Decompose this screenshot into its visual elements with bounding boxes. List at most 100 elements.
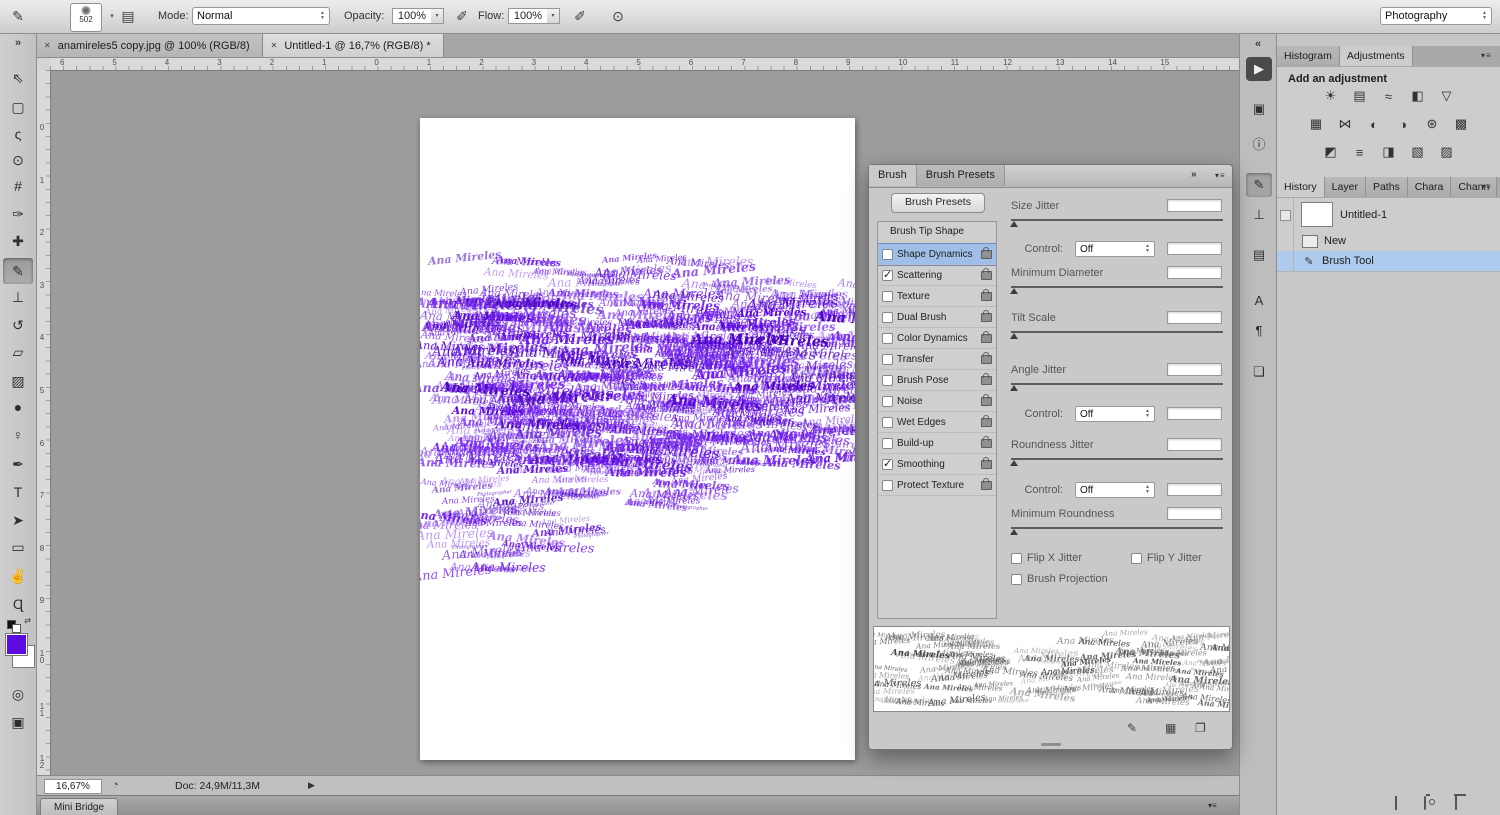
panel-menu-icon[interactable]: ▾≡ xyxy=(1481,51,1492,60)
airbrush-icon[interactable]: ✐ xyxy=(568,5,592,27)
slider[interactable] xyxy=(1011,219,1223,221)
panel-menu-icon[interactable]: ▾≡ xyxy=(1208,801,1217,810)
tab-adjustments[interactable]: Adjustments xyxy=(1340,46,1413,66)
value-input[interactable] xyxy=(1167,266,1222,279)
new-brush-icon[interactable]: ❐ xyxy=(1195,721,1206,735)
control-dropdown[interactable]: Off▲▼ xyxy=(1075,406,1155,422)
tab-paths[interactable]: Paths xyxy=(1366,177,1408,197)
slider[interactable] xyxy=(1011,458,1223,460)
hue-saturation-icon[interactable]: ▦ xyxy=(1305,115,1327,133)
history-source-well[interactable] xyxy=(1277,251,1294,271)
paragraph-panel-icon[interactable]: ¶ xyxy=(1246,318,1272,342)
history-state[interactable]: Untitled-1 xyxy=(1277,198,1500,232)
option-flip-x-jitter[interactable]: Flip X Jitter xyxy=(1011,552,1082,564)
panel-menu-icon[interactable]: ▾≡ xyxy=(1481,182,1492,191)
opacity-dropdown-arrow-icon[interactable]: ▾ xyxy=(431,8,444,24)
flow-input[interactable]: 100% xyxy=(508,8,548,24)
zoom-level-input[interactable]: 16,67% xyxy=(44,779,102,794)
tab-history[interactable]: History xyxy=(1277,177,1325,197)
color-lookup-icon[interactable]: ▩ xyxy=(1450,115,1472,133)
zoom-tool[interactable]: Ɋ xyxy=(3,591,33,617)
checkbox[interactable] xyxy=(1011,574,1022,585)
history-state[interactable]: ✎Brush Tool xyxy=(1277,251,1500,272)
invert-icon[interactable]: ◩ xyxy=(1320,143,1342,161)
slider[interactable] xyxy=(1011,286,1223,288)
threshold-icon[interactable]: ◨ xyxy=(1378,143,1400,161)
horizontal-ruler[interactable]: 6543210123456789101112131415 xyxy=(50,57,1239,71)
workspace-dropdown[interactable]: Photography ▲▼ xyxy=(1380,7,1492,25)
control-dropdown[interactable]: Off▲▼ xyxy=(1075,241,1155,257)
value-input[interactable] xyxy=(1167,363,1222,376)
pressure-opacity-icon[interactable]: ✐ xyxy=(450,5,474,27)
gradient-map-icon[interactable]: ▨ xyxy=(1436,143,1458,161)
opacity-input[interactable]: 100% xyxy=(392,8,432,24)
new-snapshot-icon[interactable] xyxy=(1424,797,1426,809)
path-selection-tool[interactable]: ➤ xyxy=(3,507,33,533)
value-input[interactable] xyxy=(1167,483,1222,496)
close-icon[interactable]: ✕ xyxy=(271,41,278,50)
history-state[interactable]: New xyxy=(1277,231,1500,252)
slider[interactable] xyxy=(1011,331,1223,333)
default-swap-colors[interactable]: ⇄ xyxy=(5,616,31,630)
history-source-well[interactable] xyxy=(1277,231,1294,251)
tab-histogram[interactable]: Histogram xyxy=(1277,46,1340,66)
value-input[interactable] xyxy=(1167,311,1222,324)
mini-bridge-tab[interactable]: Mini Bridge xyxy=(40,798,118,815)
tab-chara[interactable]: Chara xyxy=(1408,177,1452,197)
value-input[interactable] xyxy=(1167,438,1222,451)
foreground-color-swatch[interactable] xyxy=(6,634,27,655)
expand-panels-icon[interactable]: « xyxy=(1240,38,1276,50)
tool-presets-icon[interactable]: ▣ xyxy=(1246,97,1272,121)
posterize-icon[interactable]: ≡ xyxy=(1349,143,1371,161)
levels-icon[interactable]: ▤ xyxy=(1349,87,1371,105)
lasso-tool[interactable]: ς xyxy=(3,121,33,147)
blend-mode-dropdown[interactable]: Normal ▲▼ xyxy=(192,7,330,25)
brush-preset-picker[interactable]: 502 xyxy=(70,3,102,32)
curves-icon[interactable]: ≈ xyxy=(1378,87,1400,105)
marquee-tool[interactable]: ▢ xyxy=(3,94,33,120)
screen-mode-button[interactable]: ▣ xyxy=(3,709,33,735)
pen-tool[interactable]: ✒ xyxy=(3,451,33,477)
value-input[interactable] xyxy=(1167,507,1222,520)
eraser-tool[interactable]: ▱ xyxy=(3,339,33,365)
status-arrow-icon[interactable]: ▶ xyxy=(308,780,315,791)
clone-stamp-tool[interactable]: ⊥ xyxy=(3,284,33,310)
option-brush-projection[interactable]: Brush Projection xyxy=(1011,573,1108,585)
pressure-size-icon[interactable]: ⊙ xyxy=(606,5,630,27)
layer-comps-icon[interactable]: ▤ xyxy=(1246,243,1272,267)
quick-selection-tool[interactable]: ⊙ xyxy=(3,147,33,173)
healing-brush-tool[interactable]: ✚ xyxy=(3,228,33,254)
brightness-contrast-icon[interactable]: ☀ xyxy=(1320,87,1342,105)
brush-settings-icon[interactable]: ✎ xyxy=(1246,173,1272,197)
selective-color-icon[interactable]: ▧ xyxy=(1407,143,1429,161)
info-icon[interactable]: ⓘ xyxy=(1246,131,1272,155)
history-brush-tool[interactable]: ↺ xyxy=(3,312,33,338)
checkbox[interactable] xyxy=(1011,553,1022,564)
slider[interactable] xyxy=(1011,527,1223,529)
document-tab[interactable]: ✕Untitled-1 @ 16,7% (RGB/8) * xyxy=(263,34,444,57)
canvas-document[interactable]: Ana MirelesAna MirelesAna MirelesAna Mir… xyxy=(420,118,855,760)
eyedropper-tool[interactable]: ✑ xyxy=(3,201,33,227)
color-balance-icon[interactable]: ⋈ xyxy=(1334,115,1356,133)
value-input[interactable] xyxy=(1167,242,1222,255)
control-dropdown[interactable]: Off▲▼ xyxy=(1075,482,1155,498)
type-tool[interactable]: T xyxy=(3,479,33,505)
brush-tool[interactable]: ✎ xyxy=(3,258,33,284)
hand-tool[interactable]: ✌ xyxy=(3,563,33,589)
checkbox[interactable] xyxy=(1131,553,1142,564)
status-indicator-icon[interactable]: ◔ xyxy=(112,779,119,791)
vibrance-icon[interactable]: ▽ xyxy=(1436,87,1458,105)
flow-dropdown-arrow-icon[interactable]: ▾ xyxy=(547,8,560,24)
toggle-brush-panel-icon[interactable]: ▤ xyxy=(116,5,140,27)
character-panel-icon[interactable]: A xyxy=(1246,288,1272,312)
actions-icon[interactable]: ▶ xyxy=(1246,57,1272,81)
brush-stroke-preview-icon[interactable]: ✎ xyxy=(1127,721,1137,735)
vertical-ruler[interactable]: 01234567891 01 11 2 xyxy=(36,70,51,775)
slider[interactable] xyxy=(1011,383,1223,385)
shape-tool[interactable]: ▭ xyxy=(3,534,33,560)
close-icon[interactable]: ✕ xyxy=(44,41,51,50)
exposure-icon[interactable]: ◧ xyxy=(1407,87,1429,105)
photo-filter-icon[interactable]: ◑ xyxy=(1392,115,1414,133)
channel-mixer-icon[interactable]: ⊛ xyxy=(1421,115,1443,133)
value-input[interactable] xyxy=(1167,199,1222,212)
